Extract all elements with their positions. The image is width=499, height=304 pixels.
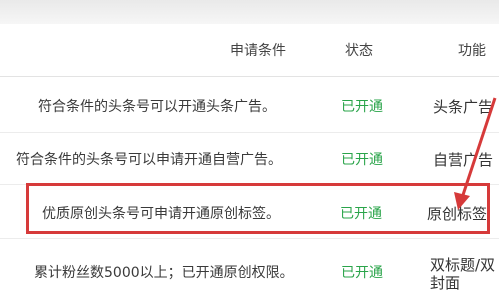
table-header: 功能 状态 申请条件 [0,24,499,77]
row-condition: 累计粉丝数5000以上；已开通原创权限。 [34,265,294,281]
screen: 功能 状态 申请条件 头条广告 已开通 符合条件的头条号可以开通头条广告。 自营… [0,0,499,304]
annotation-arrow-icon [454,97,497,210]
row-condition: 符合条件的头条号可以开通头条广告。 [38,99,276,115]
header-func: 功能 [458,43,486,59]
status-badge: 已开通 [341,265,383,281]
table-row: 双标题/双封面 已开通 累计粉丝数5000以上；已开通原创权限。 [0,238,499,294]
status-badge: 已开通 [341,152,383,168]
top-toolbar-strip [0,0,499,24]
status-badge: 已开通 [341,99,383,115]
feature-table: 功能 状态 申请条件 头条广告 已开通 符合条件的头条号可以开通头条广告。 自营… [0,24,499,304]
row-condition: 符合条件的头条号可以申请开通自营广告。 [16,152,282,168]
table-row: 自营广告 已开通 符合条件的头条号可以申请开通自营广告。 [0,128,499,185]
header-status: 状态 [345,43,373,59]
row-func: 双标题/双封面 [430,256,496,292]
header-cond: 申请条件 [230,43,286,59]
highlight-box [26,183,490,234]
table-row: 头条广告 已开通 符合条件的头条号可以开通头条广告。 [0,76,499,133]
